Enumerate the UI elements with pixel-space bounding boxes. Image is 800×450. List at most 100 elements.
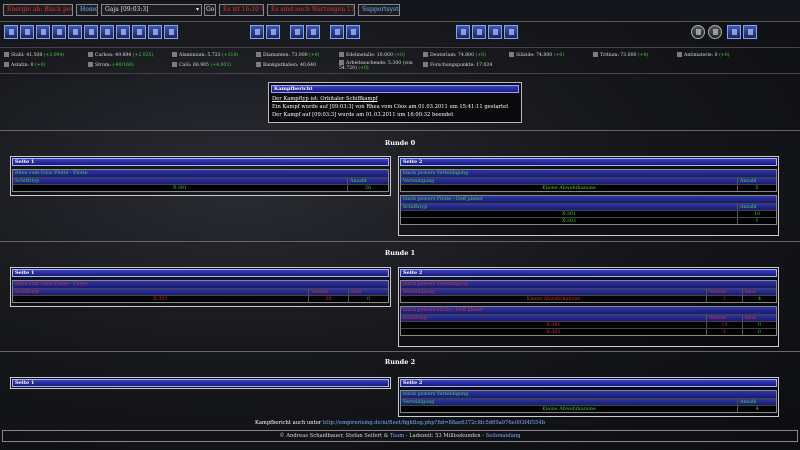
- resource-tritium: Tritium: 73.000 (+0): [593, 52, 648, 58]
- overview-icon[interactable]: [4, 25, 18, 39]
- divider: [0, 241, 800, 242]
- fleet-name: black powers Flotte - Deff planet: [401, 307, 776, 314]
- messages-icon[interactable]: [164, 25, 178, 39]
- chat-icon[interactable]: [456, 25, 470, 39]
- side-label: Seite 1: [12, 158, 389, 166]
- alliance-icon[interactable]: [148, 25, 162, 39]
- fleet-table: Rhea vom Cöos Flotte - Flotte Schiffstyp…: [12, 280, 389, 303]
- table-header: Verteidigung Verlust Rest: [401, 288, 776, 295]
- top-navigation-bar: Energie ab: Black power Home Gaja [09:03…: [0, 0, 800, 22]
- battle-report-title: Kampfbericht: [271, 85, 519, 93]
- options-icon[interactable]: [504, 25, 518, 39]
- bank-icon: [256, 62, 261, 67]
- techtree-icon[interactable]: [346, 25, 360, 39]
- team-link[interactable]: Team: [390, 433, 404, 439]
- fleet-name: black powers Verteidigung: [401, 281, 776, 288]
- round0-side2: Seite 2 black powers Verteidigung Vertei…: [398, 156, 779, 236]
- ranking-icon[interactable]: [290, 25, 304, 39]
- support-link[interactable]: Supportsystem: [358, 4, 400, 16]
- battle-start: Ein Kampf wurde auf [09:03:3] von Rhea v…: [272, 104, 509, 110]
- galaxy-icon[interactable]: [100, 25, 114, 39]
- power-bolt-icon: [88, 62, 93, 67]
- divider: [0, 130, 800, 131]
- settings-icon[interactable]: [708, 25, 722, 39]
- fleet-table: black powers Verteidigung Verteidigung A…: [400, 390, 777, 413]
- resource-astatin: Astatin: 0 (+0): [4, 62, 45, 68]
- round-title: Runde 0: [384, 139, 416, 147]
- power-icon[interactable]: [691, 25, 705, 39]
- diamond-icon: [256, 52, 261, 57]
- table-header: Verteidigung Anzahl: [401, 398, 776, 405]
- table-row: Kleine Abwehrkanone 4: [401, 405, 776, 412]
- home-link[interactable]: Home: [76, 4, 98, 16]
- fleet-name: Rhea vom Cöos Flotte - Flotte: [13, 170, 388, 177]
- resource-casi: CaSi: 68.905 (+4.803): [172, 62, 231, 68]
- page-footer: © Andreas Schaidbauer, Stefan Seifert & …: [2, 430, 798, 442]
- round1-side2: Seite 2 black powers Verteidigung Vertei…: [398, 267, 779, 347]
- side-label: Seite 1: [12, 379, 389, 387]
- round-title: Runde 1: [384, 249, 416, 257]
- side-label: Seite 2: [400, 158, 777, 166]
- tritium-icon: [593, 52, 598, 57]
- forum-icon[interactable]: [472, 25, 486, 39]
- resource-workers: Arbeitssuchende: 5.300 (von 54.720) (+0): [339, 60, 413, 71]
- chevron-down-icon: ▾: [195, 6, 199, 13]
- statistics-icon[interactable]: [266, 25, 280, 39]
- fleet-table: black powers Flotte - Deff planet Schiff…: [400, 306, 777, 336]
- round1-side1: Seite 1 Rhea vom Cöos Flotte - Flotte Sc…: [10, 267, 391, 307]
- logout-icon[interactable]: [743, 25, 757, 39]
- users-online-link[interactable]: Es sind noch Wartungen 17 Benutzer onlin…: [267, 4, 355, 16]
- page-top-link[interactable]: Seitenanfang: [486, 433, 521, 439]
- report-link-line: Kampfbericht auch unter http://empireris…: [254, 420, 546, 426]
- side-label: Seite 2: [400, 269, 777, 277]
- fleet-table: black powers Verteidigung Verteidigung A…: [400, 169, 777, 192]
- table-row: X-301 10 0: [401, 321, 776, 328]
- resource-aluminium: Aluminium: 5.733 (+310): [172, 52, 238, 58]
- fleet-table: Rhea vom Cöos Flotte - Flotte Schiffstyp…: [12, 169, 389, 192]
- deuterium-icon: [423, 52, 428, 57]
- help-icon[interactable]: [488, 25, 502, 39]
- workers-icon: [339, 60, 344, 65]
- antimatter-icon: [677, 52, 682, 57]
- energy-link[interactable]: Energie ab: Black power: [3, 4, 73, 16]
- round2-side2: Seite 2 black powers Verteidigung Vertei…: [398, 377, 779, 417]
- resource-strom: Strom: (-40/160): [88, 62, 134, 68]
- side-label: Seite 2: [400, 379, 777, 387]
- notes-icon[interactable]: [250, 25, 264, 39]
- planet-select-value: Gaja [09:03:3]: [105, 6, 149, 13]
- resource-carbon: Carbon: 49.894 (+2.925): [88, 52, 153, 58]
- casi-icon: [172, 62, 177, 67]
- go-button[interactable]: Go: [204, 4, 216, 16]
- planet-select[interactable]: Gaja [09:03:3] ▾: [101, 4, 202, 16]
- table-row: X-302 1: [401, 217, 776, 224]
- report-url-link[interactable]: http://empirerising.de/ni/fleet/fightlog…: [323, 420, 545, 426]
- table-header: Schiffstyp Verlust Rest: [13, 288, 388, 295]
- resource-antimaterie: Antimaterie: 0 (+0): [677, 52, 729, 58]
- table-row: X-301 20 0: [13, 295, 388, 302]
- round-title: Runde 2: [384, 358, 416, 366]
- defense-icon[interactable]: [68, 25, 82, 39]
- economy-icon[interactable]: [132, 25, 146, 39]
- resource-research: Forschungspunkte: 17.024: [423, 62, 492, 68]
- astatine-icon: [4, 62, 9, 67]
- battle-report-header: Kampfbericht Der Kampftyp ist: Orbitaler…: [268, 82, 522, 123]
- fleet-icon[interactable]: [84, 25, 98, 39]
- table-header: Schiffstyp Verlust Rest: [401, 314, 776, 321]
- fleet-table: black powers Flotte - Deff planet Schiff…: [400, 195, 777, 225]
- menu-icon-row: [0, 25, 800, 45]
- table-header: Schiffstyp Anzahl: [13, 177, 388, 184]
- battle-end: Der Kampf auf [09:03:3] wurde am 01.03.2…: [272, 112, 454, 118]
- profile-icon[interactable]: [727, 25, 741, 39]
- aluminium-icon: [172, 52, 177, 57]
- table-row: X-301 10: [401, 210, 776, 217]
- simulator-icon[interactable]: [306, 25, 320, 39]
- buildings-icon[interactable]: [20, 25, 34, 39]
- table-row: Kleine Abwehrkanone 1 4: [401, 295, 776, 302]
- table-row: X-302 1 0: [401, 328, 776, 335]
- search-icon[interactable]: [330, 25, 344, 39]
- shipyard-icon[interactable]: [52, 25, 66, 39]
- research-icon[interactable]: [36, 25, 50, 39]
- resource-stahl: Stahl: 41.508 (+3.904): [4, 52, 64, 58]
- market-icon[interactable]: [116, 25, 130, 39]
- divider: [0, 351, 800, 352]
